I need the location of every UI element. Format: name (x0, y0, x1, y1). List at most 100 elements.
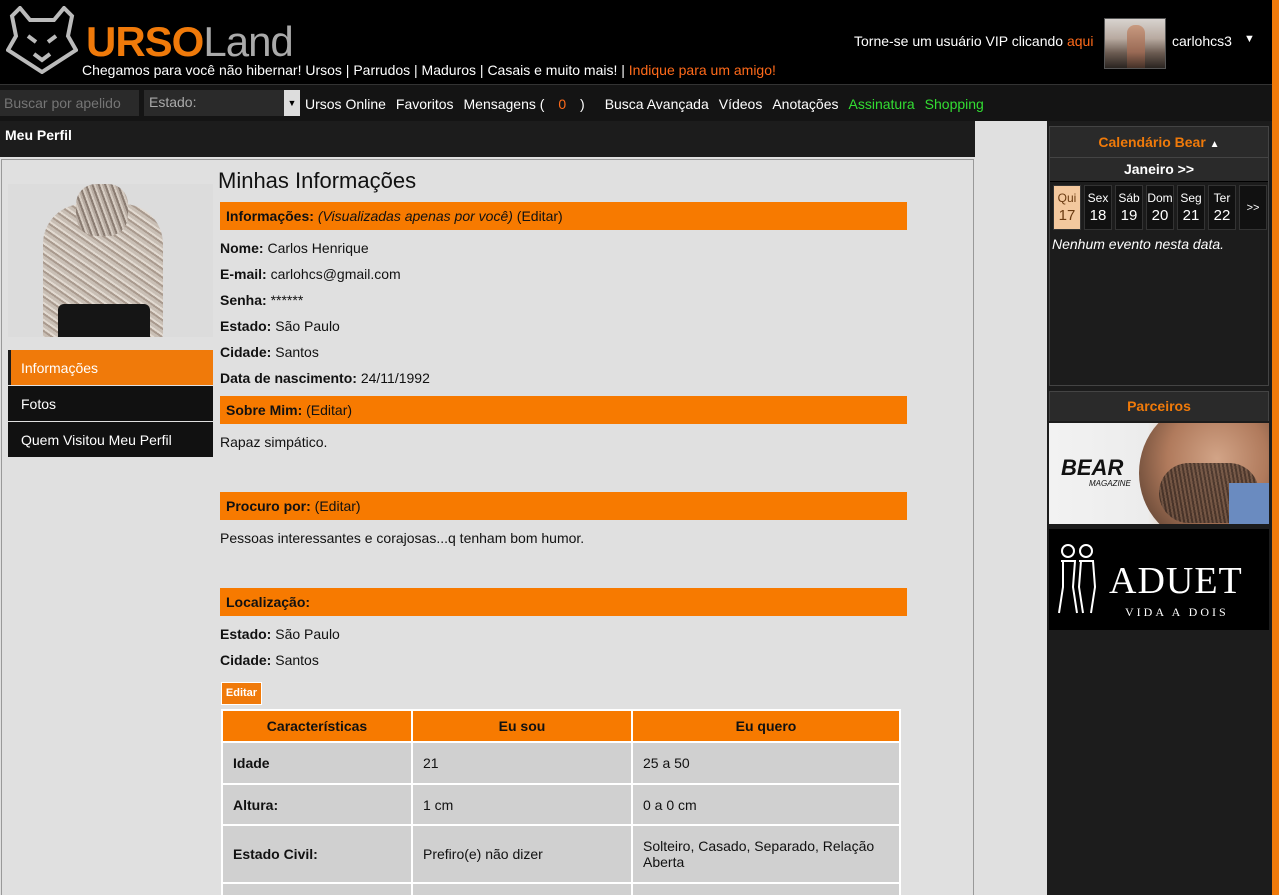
calendar-day[interactable]: Ter 22 (1208, 185, 1236, 230)
vip-link[interactable]: aqui (1067, 33, 1093, 49)
table-row: Estado Civil: Prefiro(e) não dizer Solte… (223, 826, 899, 882)
table-header-row: Características Eu sou Eu quero (223, 711, 899, 741)
nav-favoritos[interactable]: Favoritos (396, 96, 454, 112)
user-menu-caret-icon[interactable]: ▼ (1244, 33, 1255, 45)
cidade-value: Santos (275, 344, 319, 360)
day-name: Qui (1057, 191, 1077, 205)
row-label: Estado Civil: (223, 826, 411, 882)
main-nav: Estado: ▼ Ursos Online Favoritos Mensagens… (0, 84, 1272, 121)
estado-value: São Paulo (275, 318, 340, 334)
row-label: Idade (223, 743, 411, 783)
row-eu-sou: Prefiro(e) não dizer (413, 826, 631, 882)
nav-videos[interactable]: Vídeos (719, 96, 763, 112)
chevron-down-icon[interactable]: ▼ (284, 90, 300, 116)
edit-sobre-link[interactable]: (Editar) (306, 402, 352, 418)
table-row: Altura: 1 cm 0 a 0 cm (223, 785, 899, 824)
calendar-no-event: Nenhum evento nesta data. (1052, 236, 1225, 252)
edit-characteristics-button[interactable]: Editar (221, 682, 262, 705)
edit-info-link[interactable]: (Editar) (517, 208, 563, 224)
nav-ursos-online[interactable]: Ursos Online (305, 96, 386, 112)
sobre-text: Rapaz simpático. (220, 434, 328, 450)
procuro-bar-label: Procuro por: (226, 498, 311, 514)
bear-magazine-ad[interactable]: BEAR MAGAZINE (1049, 423, 1269, 524)
nav-busca-avancada[interactable]: Busca Avançada (605, 96, 709, 112)
calendar-next-button[interactable]: >> (1239, 185, 1267, 230)
profile-photo[interactable] (8, 184, 213, 337)
row-eu-quero: Solteiro, Casado, Separado, Relação Aber… (633, 826, 899, 882)
side-item-fotos[interactable]: Fotos (8, 386, 213, 421)
nome-value: Carlos Henrique (267, 240, 369, 256)
vip-promo: Torne-se um usuário VIP clicando aqui (854, 33, 1093, 49)
email-label: E-mail: (220, 266, 267, 282)
local-cidade-value: Santos (275, 652, 319, 668)
calendar-day[interactable]: Seg 21 (1177, 185, 1205, 230)
estado-select[interactable]: Estado: ▼ (144, 90, 300, 116)
row-eu-quero: 0 a 0 cm (633, 785, 899, 824)
side-item-informacoes[interactable]: Informações (8, 350, 213, 385)
characteristics-table: Características Eu sou Eu quero Idade 21… (221, 709, 901, 895)
nome-label: Nome: (220, 240, 264, 256)
row-label: Altura: (223, 785, 411, 824)
calendar-day[interactable]: Dom 20 (1146, 185, 1174, 230)
calendar-day[interactable]: Qui 17 (1053, 185, 1081, 230)
row-eu-sou: 1 cm (413, 785, 631, 824)
logo-urso-text: URSO (86, 18, 204, 65)
vip-text: Torne-se um usuário VIP clicando (854, 33, 1064, 49)
table-row (223, 884, 899, 895)
local-cidade-label: Cidade: (220, 652, 272, 668)
info-bar-note: (Visualizadas apenas por você) (317, 208, 513, 224)
day-name: Sáb (1118, 191, 1140, 205)
nav-assinatura[interactable]: Assinatura (849, 96, 915, 112)
edit-procuro-link[interactable]: (Editar) (315, 498, 361, 514)
search-nickname-input[interactable] (0, 90, 139, 116)
logo-land-text: Land (203, 18, 293, 65)
local-estado: Estado: São Paulo (220, 626, 340, 642)
row-eu-quero: 25 a 50 (633, 743, 899, 783)
localizacao-section-bar: Localização: (220, 588, 907, 616)
calendar-day[interactable]: Sex 18 (1084, 185, 1112, 230)
field-senha: Senha: ****** (220, 292, 303, 308)
username[interactable]: carlohcs3 (1172, 33, 1232, 49)
calendar-month[interactable]: Janeiro >> (1050, 158, 1268, 182)
ad2-sub: VIDA A DOIS (1125, 605, 1229, 619)
day-name: Seg (1180, 191, 1202, 205)
nav-anotacoes[interactable]: Anotações (772, 96, 838, 112)
couple-figures-icon (1058, 544, 1097, 614)
col-eu-sou: Eu sou (413, 711, 631, 741)
nav-shopping[interactable]: Shopping (925, 96, 984, 112)
col-eu-quero: Eu quero (633, 711, 899, 741)
aduet-ad[interactable]: ADUET VIDA A DOIS (1049, 529, 1269, 630)
bear-head-logo-icon (6, 6, 78, 74)
tagline: Chegamos para você não hibernar! Ursos |… (82, 62, 776, 78)
user-avatar[interactable] (1104, 18, 1166, 69)
nav-mensagens-close: ) (580, 96, 585, 112)
mensagens-count: 0 (558, 96, 567, 112)
day-number: 18 (1089, 207, 1107, 224)
day-number: 17 (1058, 207, 1076, 224)
page-edge-accent (1272, 0, 1279, 895)
profile-content-box: Informações Fotos Quem Visitou Meu Perfi… (1, 159, 974, 895)
procuro-text: Pessoas interessantes e corajosas...q te… (220, 530, 585, 546)
row-label (223, 884, 411, 895)
row-eu-quero (633, 884, 899, 895)
side-item-quem-visitou[interactable]: Quem Visitou Meu Perfil (8, 422, 213, 457)
estado-label: Estado: (220, 318, 272, 334)
info-section-bar: Informações: (Visualizadas apenas por vo… (220, 202, 907, 230)
cidade-label: Cidade: (220, 344, 272, 360)
day-name: Ter (1213, 191, 1231, 205)
calendar-header[interactable]: Calendário Bear ▲ (1050, 127, 1268, 158)
nav-mensagens[interactable]: Mensagens ( 0 ) (464, 96, 595, 112)
day-number: 22 (1213, 207, 1231, 224)
local-estado-value: São Paulo (275, 626, 340, 642)
collapse-caret-icon[interactable]: ▲ (1210, 139, 1220, 150)
localizacao-bar-label: Localização: (226, 594, 311, 610)
nascimento-value: 24/11/1992 (360, 370, 430, 386)
local-cidade: Cidade: Santos (220, 652, 319, 668)
nav-mensagens-label: Mensagens ( (463, 96, 545, 112)
indique-link[interactable]: Indique para um amigo! (629, 62, 776, 78)
calendar-title: Calendário Bear (1098, 134, 1206, 150)
info-bar-label: Informações: (226, 208, 314, 224)
calendar-day[interactable]: Sáb 19 (1115, 185, 1143, 230)
header: URSOLand Chegamos para você não hibernar… (0, 0, 1272, 84)
tagline-text: Chegamos para você não hibernar! Ursos |… (82, 62, 625, 78)
